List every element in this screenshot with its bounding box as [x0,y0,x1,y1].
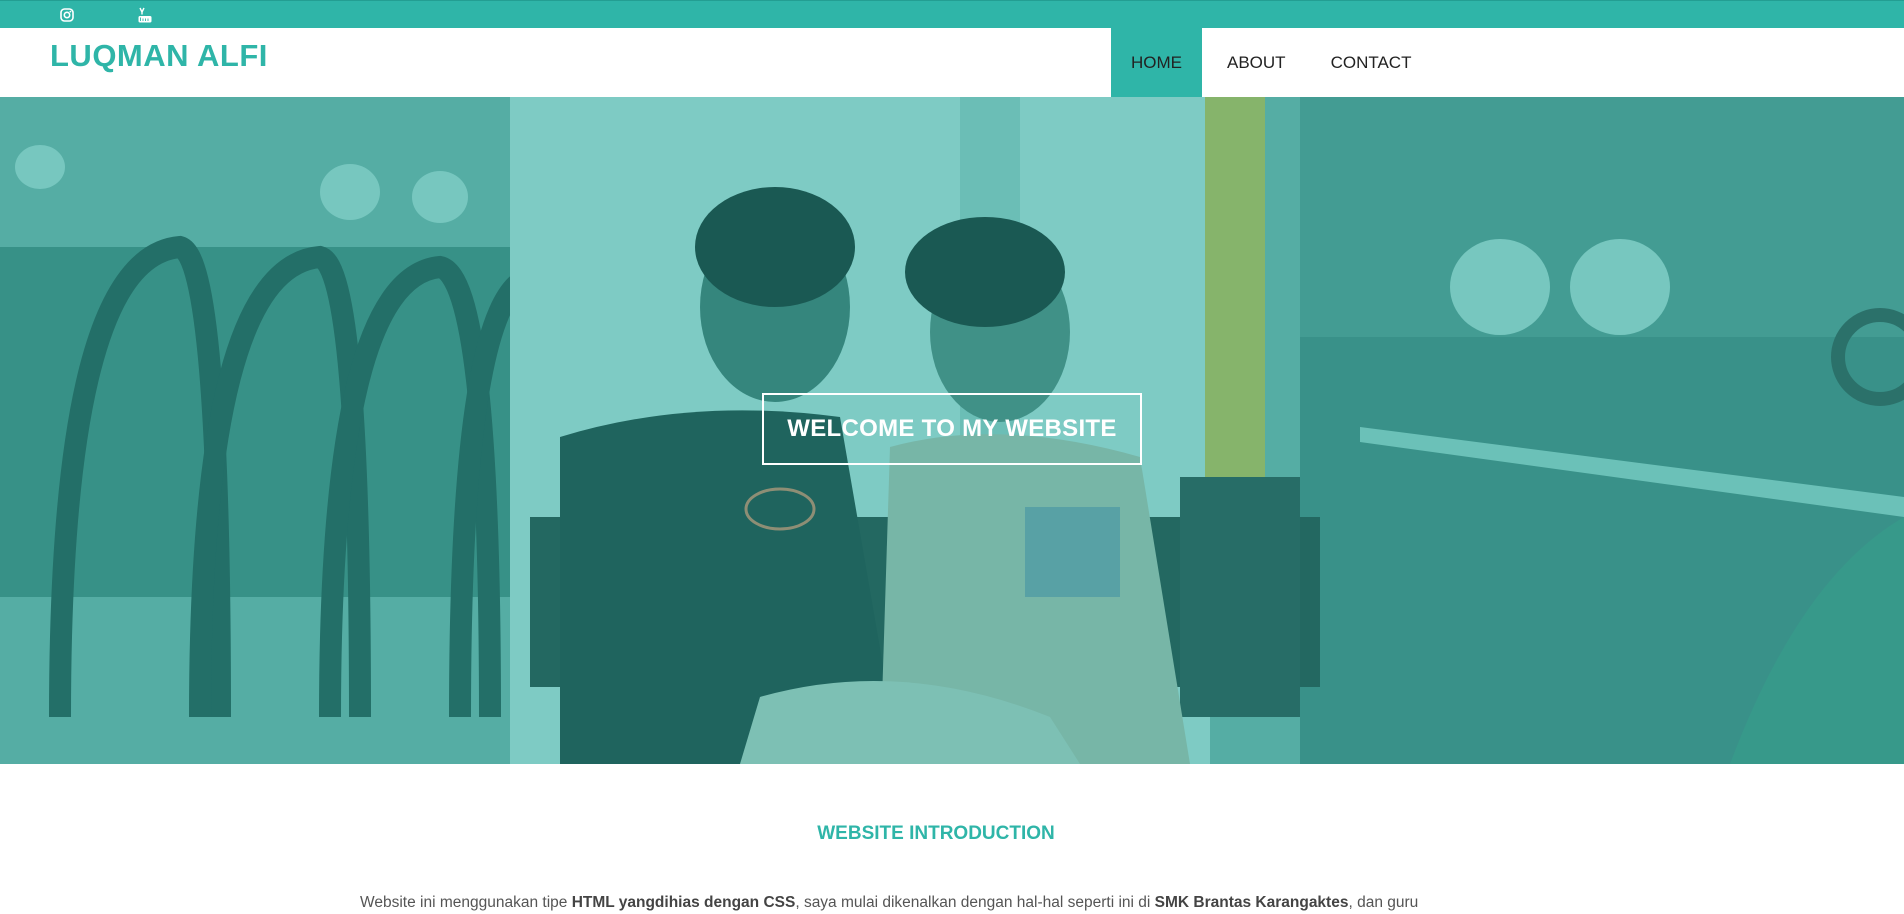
intro-title: WEBSITE INTRODUCTION [817,823,1055,844]
intro-text-part: , dan guru [1348,894,1419,911]
nav-about[interactable]: ABOUT [1202,28,1311,97]
intro-text-part: Website ini menggunakan tipe [360,894,572,911]
site-logo[interactable]: LUQMAN ALFI [50,38,268,74]
instagram-icon[interactable] [58,6,76,24]
main-menu: HOME ABOUT CONTACT [1111,28,1431,97]
welcome-button[interactable]: WELCOME TO MY WEBSITE [762,393,1142,465]
intro-text-bold: HTML yangdihias dengan CSS [571,894,796,911]
hero-banner: WELCOME TO MY WEBSITE [0,97,1904,764]
youtube-icon[interactable] [136,6,154,24]
nav-home[interactable]: HOME [1111,28,1202,97]
intro-paragraph: Website ini menggunakan tipe HTML yangdi… [360,892,1512,914]
top-bar [0,0,1904,28]
intro-text-part: , saya mulai dikenalkan dengan hal-hal s… [795,894,1155,911]
nav-contact[interactable]: CONTACT [1311,28,1432,97]
intro-text-bold: SMK Brantas Karangaktes [1154,894,1349,911]
navbar: LUQMAN ALFI HOME ABOUT CONTACT [0,28,1904,97]
